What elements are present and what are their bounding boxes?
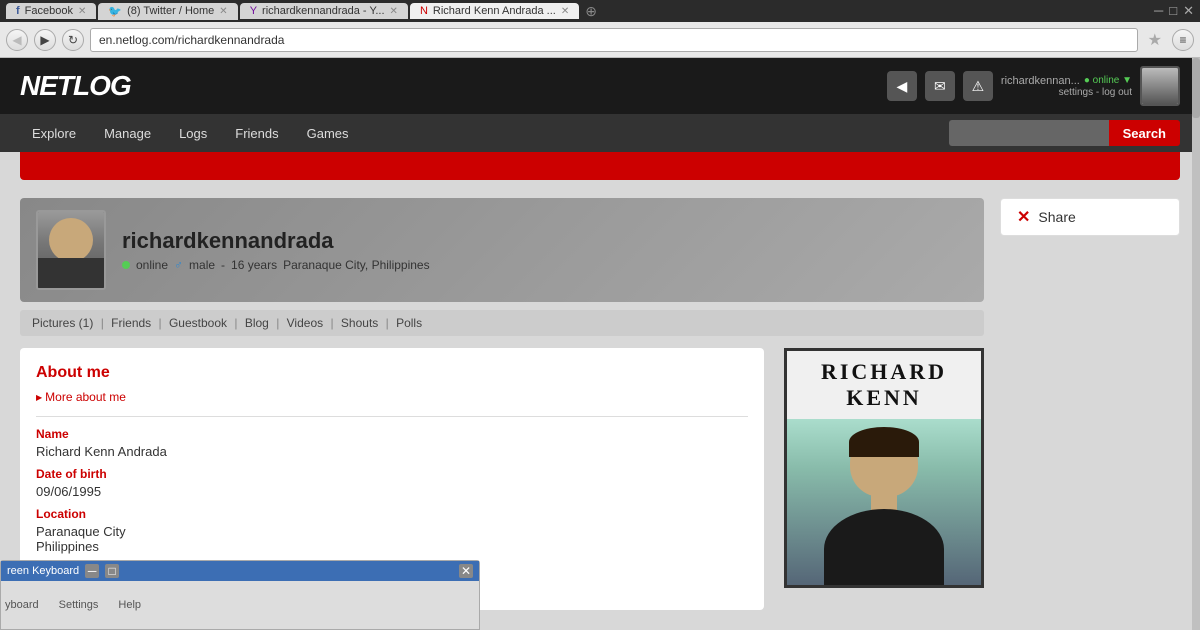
share-button[interactable]: ✕ Share (1000, 198, 1180, 236)
profile-age: 16 years (231, 258, 277, 272)
name-label: Name (36, 427, 748, 441)
nav-search: Search (949, 120, 1180, 146)
profile-status: online (136, 258, 168, 272)
share-icon: ✕ (1017, 207, 1030, 227)
bookmark-star[interactable]: ★ (1148, 30, 1162, 50)
osk-titlebar: reen Keyboard ─ □ ✕ (1, 561, 479, 581)
about-title: About me (36, 364, 748, 382)
nav-shouts[interactable]: Shouts (341, 316, 378, 330)
header-nav-icons: ◀ ✉ ⚠ richardkennan... ● online ▼ settin… (887, 66, 1180, 106)
nav-guestbook[interactable]: Guestbook (169, 316, 227, 330)
nav-videos[interactable]: Videos (287, 316, 323, 330)
nav-blog[interactable]: Blog (245, 316, 269, 330)
online-dot (122, 261, 130, 269)
right-column: ✕ Share (1000, 198, 1180, 630)
profile-gender: male (189, 258, 215, 272)
photo-container: RICHARD KENN (784, 348, 984, 588)
alerts-icon[interactable]: ⚠ (963, 71, 993, 101)
profile-location: Paranaque City, Philippines (283, 258, 430, 272)
nav-friends[interactable]: Friends (223, 120, 290, 147)
share-label: Share (1038, 209, 1075, 225)
back-nav-icon[interactable]: ◀ (887, 71, 917, 101)
scrollbar-thumb[interactable] (1192, 58, 1200, 118)
nav-manage[interactable]: Manage (92, 120, 163, 147)
osk-body: yboard Settings Help (1, 581, 479, 629)
tab-yahoo[interactable]: Y richardkennandrada - Y... ✕ (240, 3, 408, 19)
tab-close-facebook[interactable]: ✕ (78, 6, 86, 17)
search-input[interactable] (949, 120, 1109, 146)
name-value: Richard Kenn Andrada (36, 444, 748, 459)
osk-menu-keyboard[interactable]: yboard (5, 599, 39, 611)
dob-value: 09/06/1995 (36, 484, 748, 499)
browser-frame: f Facebook ✕ 🐦 (8) Twitter / Home ✕ Y ri… (0, 0, 1200, 630)
profile-header: richardkennandrada online ♂ male - 16 ye… (20, 198, 984, 302)
header-online-status: ● online ▼ (1084, 75, 1132, 86)
on-screen-keyboard: reen Keyboard ─ □ ✕ yboard Settings Help (0, 560, 480, 630)
osk-close-button[interactable]: ✕ (459, 564, 473, 578)
browser-titlebar: f Facebook ✕ 🐦 (8) Twitter / Home ✕ Y ri… (0, 0, 1200, 22)
nav-polls[interactable]: Polls (396, 316, 422, 330)
header-settings[interactable]: settings - log out (1059, 87, 1132, 98)
netlog-nav: Explore Manage Logs Friends Games Search (0, 114, 1200, 152)
dob-label: Date of birth (36, 467, 748, 481)
profile-nav: Pictures (1) | Friends | Guestbook | Blo… (20, 310, 984, 336)
profile-info: richardkennandrada online ♂ male - 16 ye… (122, 228, 430, 272)
profile-avatar (36, 210, 106, 290)
nav-pictures[interactable]: Pictures (1) (32, 316, 93, 330)
photo-title: RICHARD KENN (787, 351, 981, 419)
wrench-button[interactable]: ≡ (1172, 29, 1194, 51)
nav-explore[interactable]: Explore (20, 120, 88, 147)
profile-separator: - (221, 258, 225, 272)
back-button[interactable]: ◀ (6, 29, 28, 51)
minimize-button[interactable]: ─ (1154, 3, 1163, 19)
page-content: NETLOG ◀ ✉ ⚠ richardkennan... ● online ▼… (0, 58, 1200, 630)
nav-games[interactable]: Games (295, 120, 361, 147)
reload-button[interactable]: ↻ (62, 29, 84, 51)
red-banner (20, 152, 1180, 180)
osk-title: reen Keyboard (7, 565, 79, 577)
close-button[interactable]: ✕ (1183, 3, 1194, 19)
profile-details: online ♂ male - 16 years Paranaque City,… (122, 258, 430, 272)
header-avatar (1140, 66, 1180, 106)
new-tab-button[interactable]: ⊕ (585, 3, 597, 20)
messages-icon[interactable]: ✉ (925, 71, 955, 101)
divider-1 (36, 416, 748, 417)
forward-button[interactable]: ▶ (34, 29, 56, 51)
nav-logs[interactable]: Logs (167, 120, 219, 147)
user-status: richardkennan... ● online ▼ settings - l… (1001, 75, 1132, 98)
osk-menu-settings[interactable]: Settings (59, 599, 99, 611)
tab-netlog[interactable]: N Richard Kenn Andrada ... ✕ (410, 3, 579, 19)
location-label: Location (36, 507, 748, 521)
profile-username: richardkennandrada (122, 228, 430, 254)
osk-minimize-button[interactable]: ─ (85, 564, 99, 578)
tab-close-netlog[interactable]: ✕ (561, 6, 569, 17)
tab-twitter[interactable]: 🐦 (8) Twitter / Home ✕ (98, 3, 237, 20)
browser-toolbar: ◀ ▶ ↻ en.netlog.com/richardkennandrada ★… (0, 22, 1200, 58)
netlog-logo: NETLOG (20, 70, 131, 102)
nav-friends[interactable]: Friends (111, 316, 151, 330)
maximize-button[interactable]: □ (1169, 3, 1177, 19)
location-country: Philippines (36, 539, 748, 554)
osk-maximize-button[interactable]: □ (105, 564, 119, 578)
header-username: richardkennan... (1001, 75, 1080, 87)
more-about-link[interactable]: More about me (36, 390, 748, 404)
search-button[interactable]: Search (1109, 120, 1180, 146)
osk-menu-help[interactable]: Help (118, 599, 141, 611)
location-city: Paranaque City (36, 524, 748, 539)
male-icon: ♂ (174, 258, 183, 272)
address-bar[interactable]: en.netlog.com/richardkennandrada (90, 28, 1138, 52)
tab-close-twitter[interactable]: ✕ (219, 6, 227, 17)
photo-person (787, 419, 981, 585)
profile-photo-box: RICHARD KENN (784, 348, 984, 588)
scrollbar[interactable] (1192, 58, 1200, 630)
tab-facebook[interactable]: f Facebook ✕ (6, 3, 96, 19)
tab-close-yahoo[interactable]: ✕ (390, 6, 398, 17)
netlog-header: NETLOG ◀ ✉ ⚠ richardkennan... ● online ▼… (0, 58, 1200, 114)
address-text: en.netlog.com/richardkennandrada (99, 33, 284, 47)
